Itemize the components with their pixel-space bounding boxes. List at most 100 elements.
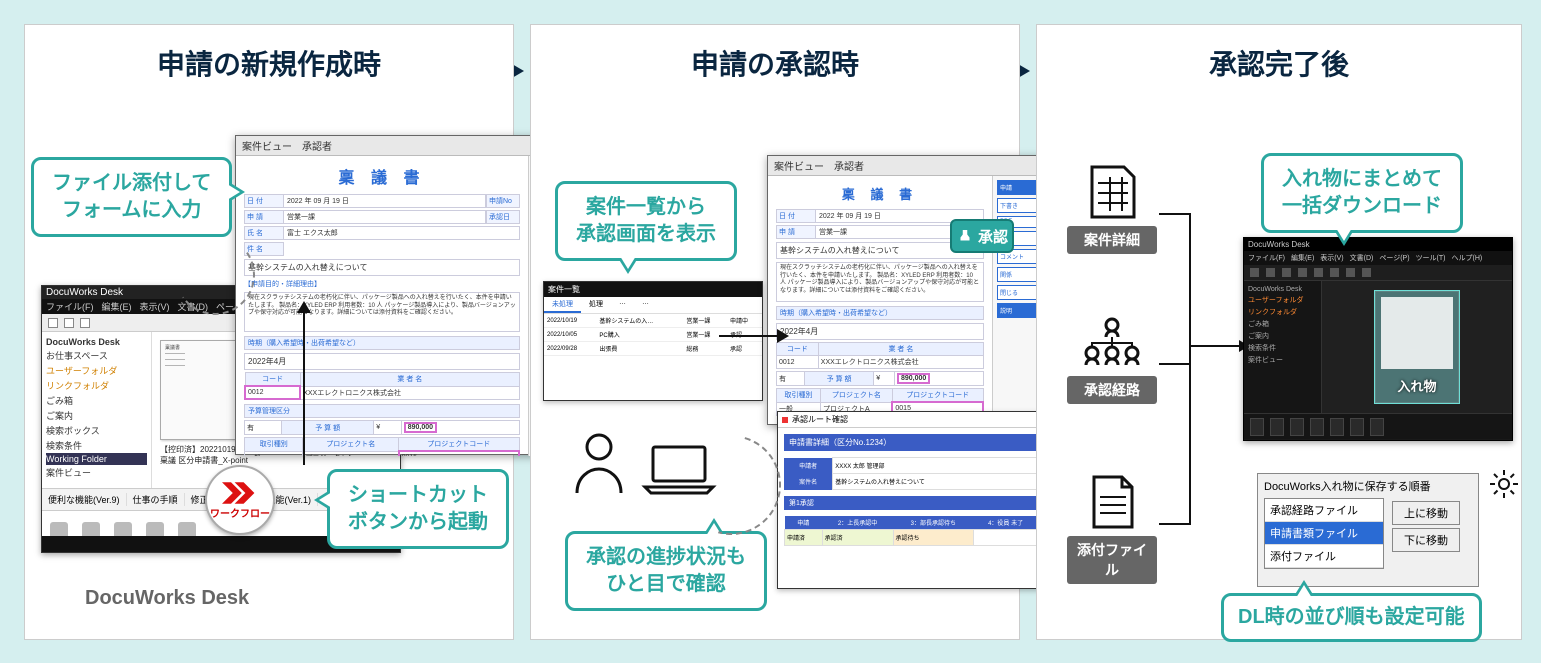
viewer-tree[interactable]: DocuWorks Desk ユーザーフォルダ リンクフォルダ ごみ箱 ご案内 … <box>1244 281 1322 413</box>
list-item[interactable]: 承認経路ファイル <box>1265 499 1383 522</box>
container-object[interactable]: 入れ物 <box>1374 290 1460 404</box>
case-list-tabs[interactable]: 未処理 処理 … … <box>544 297 762 314</box>
document-thumbnail[interactable]: 稟議書―――――――――――― <box>160 340 240 440</box>
viewer-bottom-thumbs[interactable] <box>1244 413 1512 439</box>
tab[interactable]: … <box>611 297 634 313</box>
tool-icon[interactable] <box>1314 268 1323 277</box>
menu[interactable]: 文書(D) <box>1350 253 1374 263</box>
order-dialog-title: DocuWorks入れ物に保存する順番 <box>1258 474 1478 498</box>
tab[interactable]: … <box>634 297 657 313</box>
move-up-button[interactable]: 上に移動 <box>1392 501 1460 525</box>
tree-root[interactable]: DocuWorks Desk <box>46 336 147 348</box>
approve-stamp[interactable]: 承認 <box>950 219 1014 253</box>
dw-menu[interactable]: ファイル(F) <box>46 300 94 313</box>
menu[interactable]: ツール(T) <box>1416 253 1446 263</box>
list-item-selected[interactable]: 申請書類ファイル <box>1265 522 1383 545</box>
thumb[interactable] <box>1330 418 1344 436</box>
tool-icon[interactable] <box>1250 268 1259 277</box>
tool-icon[interactable] <box>1266 268 1275 277</box>
ringi-form-window-small: 案件ビュー 承認者 稟 議 書 日 付2022 年 09 月 19 日 申 請営… <box>767 155 1047 425</box>
dw-menu[interactable]: 編集(E) <box>102 300 132 313</box>
dw-menu[interactable]: 表示(V) <box>140 300 170 313</box>
thumb[interactable] <box>1290 418 1304 436</box>
tab[interactable]: 未処理 <box>544 297 581 313</box>
td[interactable]: 890,000 <box>401 421 519 435</box>
subject-input[interactable]: 基幹システムの入れ替えについて <box>244 259 520 276</box>
project-table: 取引種別 プロジェクト名 プロジェクトコード 一般 プロジェクトA 0015 <box>244 437 520 456</box>
td[interactable]: 0012 <box>245 386 300 399</box>
list-item[interactable]: 添付ファイル <box>1265 545 1383 568</box>
toolbar-icon[interactable] <box>80 318 90 328</box>
docuworks-viewer: DocuWorks Desk ファイル(F) 編集(E) 表示(V) 文書(D)… <box>1243 237 1513 441</box>
progress-band: 申請書詳細（区分No.1234） <box>784 434 1038 451</box>
tab[interactable]: 仕事の手順 <box>127 493 185 506</box>
field-value[interactable]: 2022 年 09 月 19 日 <box>284 194 486 208</box>
td[interactable]: 一般 <box>245 451 303 456</box>
ringi-form-area: 稟 議 書 日 付 2022 年 09 月 19 日 申請No 申 請 営業一課… <box>236 156 528 456</box>
source-approval-route: 承認経路 <box>1067 315 1157 404</box>
tree-item[interactable]: DocuWorks Desk <box>1248 285 1317 294</box>
tool-icon[interactable] <box>1298 268 1307 277</box>
download-order-dialog[interactable]: DocuWorks入れ物に保存する順番 承認経路ファイル 申請書類ファイル 添付… <box>1257 473 1479 587</box>
thumb[interactable] <box>1370 418 1384 436</box>
thumb[interactable] <box>1350 418 1364 436</box>
tree-item[interactable]: 検索ボックス <box>46 423 147 438</box>
tree-item[interactable]: お仕事スペース <box>46 348 147 363</box>
tree-item[interactable]: ユーザーフォルダ <box>46 363 147 378</box>
arrowhead-icon <box>777 329 789 343</box>
ringi-doc-title: 稟 議 書 <box>776 184 984 203</box>
td[interactable]: XXXエレクトロニクス株式会社 <box>300 386 519 399</box>
menu[interactable]: ファイル(F) <box>1248 253 1285 263</box>
toolbar-icon[interactable] <box>64 318 74 328</box>
tab[interactable]: 処理 <box>581 297 611 313</box>
viewer-menubar[interactable]: ファイル(F) 編集(E) 表示(V) 文書(D) ページ(P) ツール(T) … <box>1244 251 1512 265</box>
field-label: 申 請 <box>244 210 284 224</box>
thumb[interactable] <box>1310 418 1324 436</box>
td[interactable]: プロジェクトA <box>303 451 399 456</box>
purpose: 現在スクラッチシステムの老朽化に伴い、パッケージ製品への入れ替えを行いたく、本件… <box>776 262 984 302</box>
tree-item[interactable]: 検索条件 <box>46 438 147 453</box>
purpose-text[interactable]: 現在スクラッチシステムの老朽化に伴い、パッケージ製品への入れ替えを行いたく、本件… <box>244 292 520 332</box>
toolbar-icon[interactable] <box>48 318 58 328</box>
tree-item[interactable]: ご案内 <box>46 408 147 423</box>
grid-doc-icon <box>1080 165 1144 219</box>
tree-item[interactable]: 案件ビュー <box>46 465 147 480</box>
menu[interactable]: ページ(P) <box>1379 253 1409 263</box>
order-listbox[interactable]: 承認経路ファイル 申請書類ファイル 添付ファイル <box>1264 498 1384 569</box>
org-chart-icon <box>1080 315 1144 369</box>
tool-icon[interactable] <box>1362 268 1371 277</box>
schedule-value[interactable]: 2022年4月 <box>244 353 520 370</box>
viewer-toolbar[interactable] <box>1244 265 1512 281</box>
field-value[interactable]: 営業一課 <box>284 210 486 224</box>
tree-item[interactable]: ご案内 <box>1248 330 1317 342</box>
tree-item[interactable]: ごみ箱 <box>1248 318 1317 330</box>
menu[interactable]: ヘルプ(H) <box>1452 253 1483 263</box>
tree-item[interactable]: ごみ箱 <box>46 393 147 408</box>
field-value[interactable]: 富士 エクス太郎 <box>284 226 520 240</box>
field-label: 日 付 <box>244 194 284 208</box>
stamp-label: 承認 <box>978 226 1008 247</box>
tree-item[interactable]: 案件ビュー <box>1248 354 1317 366</box>
tree-item[interactable]: 検索条件 <box>1248 342 1317 354</box>
tab[interactable]: 便利な機能(Ver.9) <box>42 493 127 506</box>
tool-icon[interactable] <box>1282 268 1291 277</box>
tree-item[interactable]: Working Folder <box>46 453 147 465</box>
tree-item[interactable]: リンクフォルダ <box>46 378 147 393</box>
td[interactable]: 0015 <box>399 451 519 456</box>
menu[interactable]: 表示(V) <box>1320 253 1343 263</box>
menu[interactable]: 編集(E) <box>1291 253 1314 263</box>
straight-arrow <box>303 305 305 465</box>
workflow-shortcut-badge[interactable]: ワークフロー <box>205 465 275 535</box>
tree-item[interactable]: ユーザーフォルダ <box>1248 294 1317 306</box>
thumb[interactable] <box>1270 418 1284 436</box>
move-down-button[interactable]: 下に移動 <box>1392 528 1460 552</box>
case-list-window[interactable]: 案件一覧 未処理 処理 … … 2022/10/19基幹システムの入…営業一課申… <box>543 281 763 401</box>
thumb[interactable] <box>1250 418 1264 436</box>
merge-line <box>1159 213 1189 215</box>
td[interactable]: 有 <box>245 421 282 435</box>
dw-folder-tree[interactable]: DocuWorks Desk お仕事スペース ユーザーフォルダ リンクフォルダ … <box>42 332 152 488</box>
tool-icon[interactable] <box>1330 268 1339 277</box>
tool-icon[interactable] <box>1346 268 1355 277</box>
icon-caption: 添付ファイル <box>1067 536 1157 584</box>
tree-item[interactable]: リンクフォルダ <box>1248 306 1317 318</box>
